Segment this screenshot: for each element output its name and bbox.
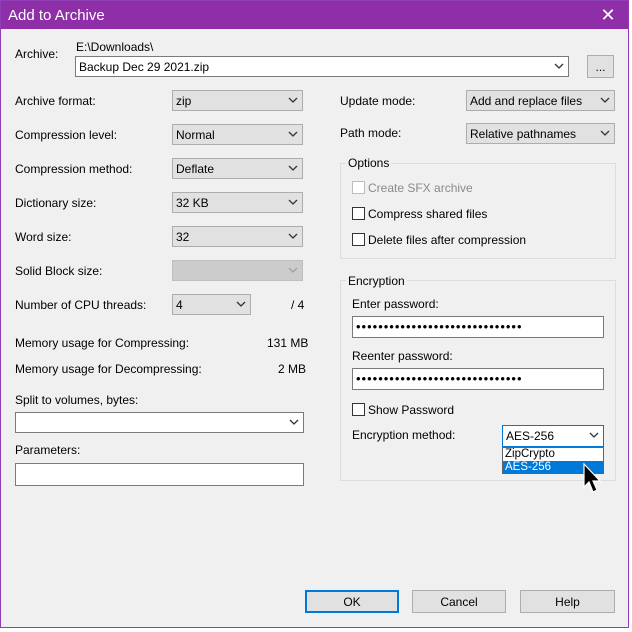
split-volumes-combo[interactable] <box>15 412 304 433</box>
archive-format-value: zip <box>176 94 192 108</box>
add-to-archive-dialog: Add to Archive ✕ Archive: E:\Downloads\ … <box>0 0 629 628</box>
word-size-value: 32 <box>176 230 190 244</box>
update-mode-value: Add and replace files <box>470 94 583 108</box>
browse-button[interactable]: ... <box>587 55 614 78</box>
help-button[interactable]: Help <box>520 590 615 613</box>
show-password-checkbox[interactable] <box>352 403 365 416</box>
delete-after-label[interactable]: Delete files after compression <box>368 233 526 247</box>
word-size-label: Word size: <box>15 230 72 244</box>
cpu-threads-value: 4 <box>176 298 183 312</box>
help-button-label: Help <box>555 594 580 609</box>
ok-button[interactable]: OK <box>305 590 399 613</box>
archive-name-value: Backup Dec 29 2021.zip <box>79 60 210 74</box>
compression-method-select[interactable]: Deflate <box>172 158 303 179</box>
compression-level-select[interactable]: Normal <box>172 124 303 145</box>
mouse-cursor-icon <box>583 463 602 493</box>
chevron-down-icon <box>288 97 298 103</box>
memory-compress-label: Memory usage for Compressing: <box>15 336 190 350</box>
compression-method-label: Compression method: <box>15 162 133 176</box>
path-mode-value: Relative pathnames <box>470 127 577 141</box>
compression-level-label: Compression level: <box>15 128 118 142</box>
close-icon[interactable]: ✕ <box>588 1 628 29</box>
ok-button-label: OK <box>343 594 361 609</box>
create-sfx-label: Create SFX archive <box>368 181 473 195</box>
split-volumes-label: Split to volumes, bytes: <box>15 393 139 407</box>
chevron-down-icon <box>288 131 298 137</box>
chevron-down-icon <box>600 130 610 136</box>
parameters-label: Parameters: <box>15 443 81 457</box>
create-sfx-checkbox <box>352 181 365 194</box>
archive-label: Archive: <box>15 47 59 61</box>
dropdown-option-zipcrypto[interactable]: ZipCrypto <box>503 448 603 461</box>
encryption-method-value: AES-256 <box>506 429 555 443</box>
update-mode-label: Update mode: <box>340 94 416 108</box>
cpu-threads-label: Number of CPU threads: <box>15 298 147 312</box>
compression-level-value: Normal <box>176 128 215 142</box>
chevron-down-icon <box>288 165 298 171</box>
solid-block-size-select <box>172 260 303 281</box>
update-mode-select[interactable]: Add and replace files <box>466 90 615 111</box>
reenter-password-input[interactable]: •••••••••••••••••••••••••••••• <box>352 368 604 390</box>
parameters-input[interactable] <box>15 463 304 486</box>
dictionary-size-value: 32 KB <box>176 196 209 210</box>
show-password-label[interactable]: Show Password <box>368 403 454 417</box>
memory-compress-value: 131 MB <box>267 336 309 350</box>
archive-format-label: Archive format: <box>15 94 96 108</box>
browse-button-label: ... <box>595 59 606 74</box>
memory-decompress-label: Memory usage for Decompressing: <box>15 362 202 376</box>
cancel-button[interactable]: Cancel <box>412 590 506 613</box>
cpu-threads-select[interactable]: 4 <box>172 294 251 315</box>
compress-shared-label[interactable]: Compress shared files <box>368 207 487 221</box>
chevron-down-icon <box>600 97 610 103</box>
compress-shared-checkbox[interactable] <box>352 207 365 220</box>
options-group-title: Options <box>346 156 392 170</box>
enter-password-value: •••••••••••••••••••••••••••••• <box>356 319 523 334</box>
chevron-down-icon <box>554 63 564 69</box>
chevron-down-icon <box>288 267 298 273</box>
word-size-select[interactable]: 32 <box>172 226 303 247</box>
path-mode-select[interactable]: Relative pathnames <box>466 123 615 144</box>
cancel-button-label: Cancel <box>440 594 478 609</box>
chevron-down-icon <box>288 233 298 239</box>
chevron-down-icon <box>288 199 298 205</box>
solid-block-size-label: Solid Block size: <box>15 264 103 278</box>
reenter-password-label: Reenter password: <box>352 349 453 363</box>
chevron-down-icon <box>589 432 599 438</box>
encryption-group-title: Encryption <box>346 274 407 288</box>
archive-path: E:\Downloads\ <box>76 40 154 54</box>
reenter-password-value: •••••••••••••••••••••••••••••• <box>356 371 523 386</box>
compression-method-value: Deflate <box>176 162 215 176</box>
path-mode-label: Path mode: <box>340 126 402 140</box>
title-bar[interactable]: Add to Archive ✕ <box>1 1 628 29</box>
chevron-down-icon <box>289 419 299 425</box>
archive-format-select[interactable]: zip <box>172 90 303 111</box>
chevron-down-icon <box>236 301 246 307</box>
enter-password-input[interactable]: •••••••••••••••••••••••••••••• <box>352 316 604 338</box>
encryption-method-select[interactable]: AES-256 <box>502 425 604 447</box>
archive-name-combo[interactable]: Backup Dec 29 2021.zip <box>75 56 569 77</box>
memory-decompress-value: 2 MB <box>278 362 307 376</box>
dictionary-size-label: Dictionary size: <box>15 196 97 210</box>
cpu-threads-max: / 4 <box>291 298 305 312</box>
window-title: Add to Archive <box>8 7 105 24</box>
delete-after-checkbox[interactable] <box>352 233 365 246</box>
dictionary-size-select[interactable]: 32 KB <box>172 192 303 213</box>
enter-password-label: Enter password: <box>352 297 439 311</box>
encryption-method-label: Encryption method: <box>352 428 456 442</box>
